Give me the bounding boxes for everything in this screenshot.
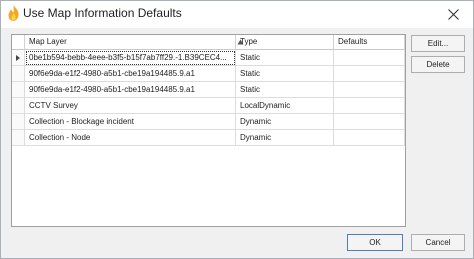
column-header-label: Map Layer [29, 37, 67, 46]
table-row[interactable]: 90f6e9da-e1f2-4980-a5b1-cbe19a194485.9.a… [12, 82, 405, 98]
row-indicator [12, 114, 25, 130]
cell-type[interactable]: Static [236, 66, 334, 82]
table-row[interactable]: CCTV Survey LocalDynamic [12, 98, 405, 114]
cell-defaults[interactable] [334, 50, 405, 66]
grid-header: Map Layer Type Defaults [12, 35, 405, 50]
cell-type[interactable]: Static [236, 82, 334, 98]
cell-defaults[interactable] [334, 130, 405, 146]
dialog-window: Use Map Information Defaults Map Layer T… [0, 0, 474, 259]
row-indicator [12, 130, 25, 146]
cell-map-layer[interactable]: 90f6e9da-e1f2-4980-a5b1-cbe19a194485.9.a… [25, 82, 236, 98]
cancel-button[interactable]: Cancel [411, 234, 465, 251]
cell-type[interactable]: LocalDynamic [236, 98, 334, 114]
cell-map-layer[interactable]: CCTV Survey [25, 98, 236, 114]
window-title: Use Map Information Defaults [23, 6, 182, 20]
cell-map-layer[interactable]: Collection - Node [25, 130, 236, 146]
map-layer-grid[interactable]: Map Layer Type Defaults 0be1b594-bebb-4e… [11, 34, 406, 227]
row-indicator [12, 50, 25, 66]
row-indicator [12, 66, 25, 82]
table-row[interactable]: Collection - Node Dynamic [12, 130, 405, 146]
title-bar: Use Map Information Defaults [1, 1, 473, 28]
flame-icon [8, 5, 19, 21]
row-indicator [12, 82, 25, 98]
column-header-type[interactable]: Type [236, 35, 334, 50]
cell-map-layer[interactable]: 0be1b594-bebb-4eee-b3f5-b15f7ab7ff29.-1.… [25, 50, 236, 66]
close-button[interactable] [441, 4, 465, 24]
cell-map-layer[interactable]: Collection - Blockage incident [25, 114, 236, 130]
cell-defaults[interactable] [334, 82, 405, 98]
cell-defaults[interactable] [334, 98, 405, 114]
edit-button[interactable]: Edit... [411, 35, 465, 52]
column-header-defaults[interactable]: Defaults [334, 35, 405, 50]
column-header-label: Defaults [338, 37, 368, 46]
cell-type[interactable]: Static [236, 50, 334, 66]
ok-button[interactable]: OK [347, 234, 403, 251]
close-icon [447, 8, 459, 20]
table-row[interactable]: 0be1b594-bebb-4eee-b3f5-b15f7ab7ff29.-1.… [12, 50, 405, 66]
table-row[interactable]: 90f6e9da-e1f2-4980-a5b1-cbe19a194485.9.a… [12, 66, 405, 82]
column-header-label: Type [240, 37, 258, 46]
column-header-map-layer[interactable]: Map Layer [25, 35, 244, 50]
cell-map-layer[interactable]: 90f6e9da-e1f2-4980-a5b1-cbe19a194485.9.a… [25, 66, 236, 82]
cell-type[interactable]: Dynamic [236, 114, 334, 130]
header-indicator-cell [12, 35, 25, 50]
row-indicator [12, 98, 25, 114]
cell-defaults[interactable] [334, 66, 405, 82]
delete-button[interactable]: Delete [411, 56, 465, 73]
table-row[interactable]: Collection - Blockage incident Dynamic [12, 114, 405, 130]
cell-type[interactable]: Dynamic [236, 130, 334, 146]
current-row-arrow-icon [16, 55, 20, 61]
cell-defaults[interactable] [334, 114, 405, 130]
